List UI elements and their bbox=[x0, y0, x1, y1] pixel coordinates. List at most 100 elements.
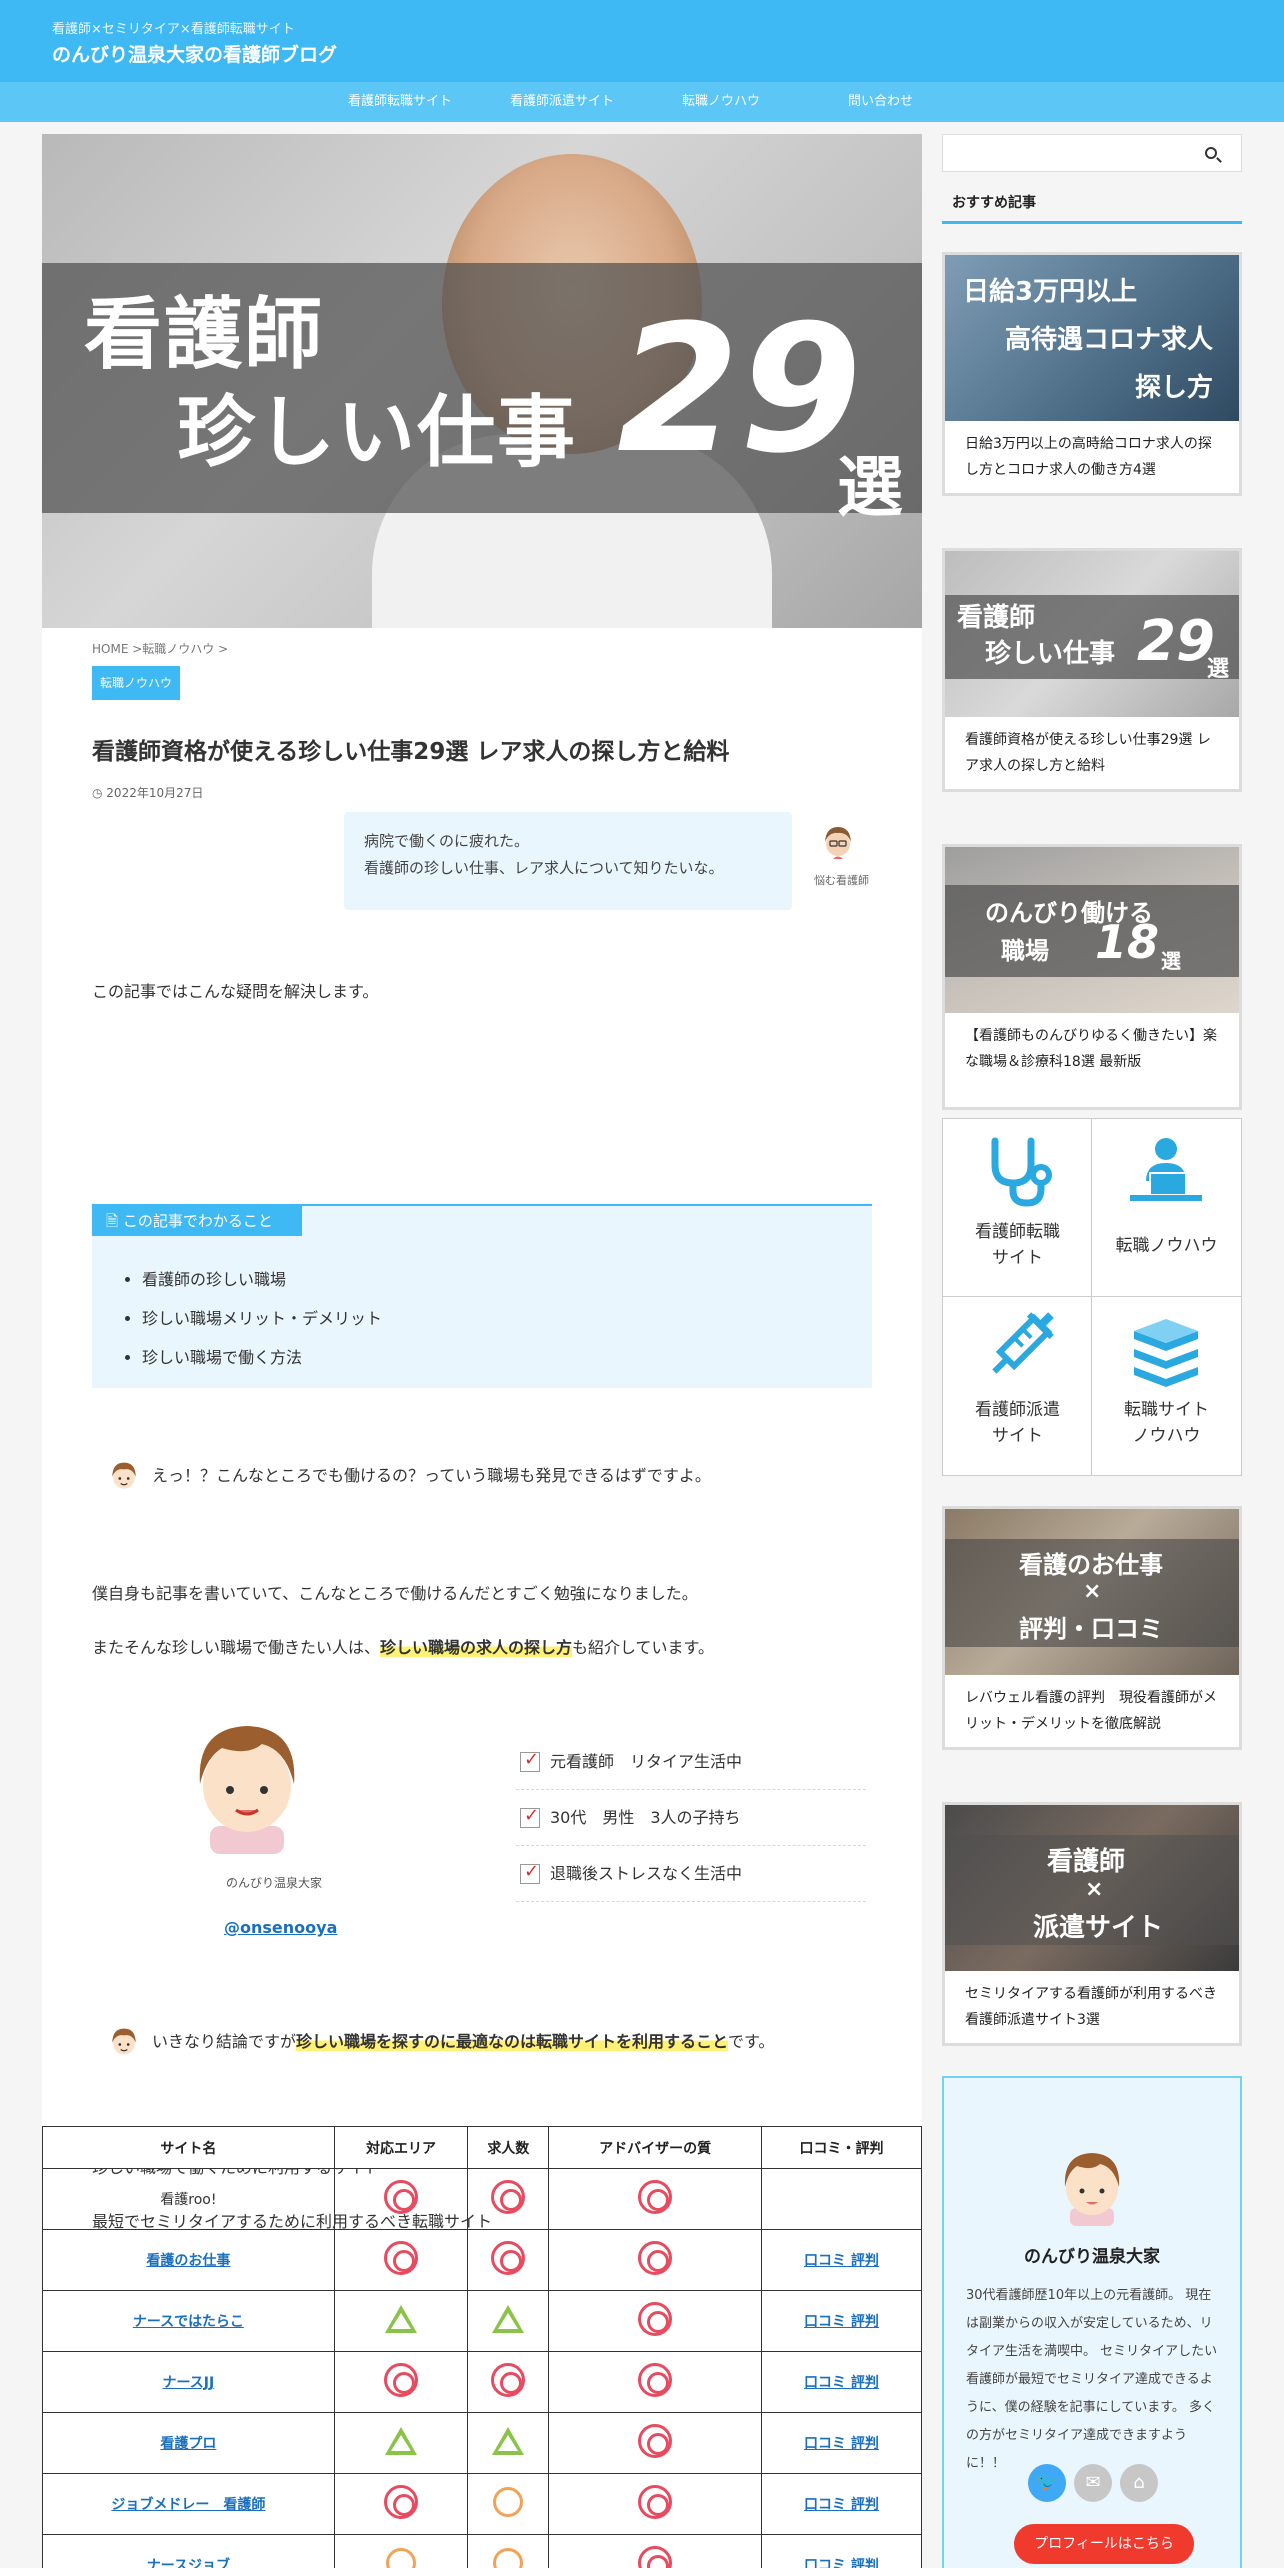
hero-number: 29 bbox=[617, 287, 862, 492]
rating-cell bbox=[467, 2229, 550, 2291]
card-thumbnail: のんびり働ける 職場 18 選 bbox=[945, 847, 1239, 1013]
double-circle-icon bbox=[491, 2363, 526, 2397]
table-row: 看護のお仕事 口コミ 評判 bbox=[42, 2229, 922, 2291]
double-circle-icon bbox=[491, 2180, 526, 2214]
review-link[interactable]: 口コミ 評判 bbox=[804, 2436, 879, 2452]
triangle-icon bbox=[385, 2427, 418, 2455]
mail-icon[interactable]: ✉ bbox=[1074, 2464, 1112, 2502]
check-icon: ✓ bbox=[524, 1805, 540, 1826]
site-link[interactable]: ナースではたらこ bbox=[133, 2314, 244, 2330]
profile-button[interactable]: プロフィールはこちら bbox=[1014, 2524, 1194, 2564]
category-label[interactable]: 転職ノウハウ bbox=[92, 666, 181, 700]
search-icon[interactable] bbox=[1205, 147, 1217, 159]
review-link[interactable]: 口コミ 評判 bbox=[804, 2558, 879, 2568]
fact-row: ✓ 元看護師 リタイア生活中 bbox=[516, 1734, 866, 1790]
clock-icon: ◷ bbox=[92, 786, 107, 800]
category-job-site-knowhow[interactable]: 転職サイト ノウハウ bbox=[1092, 1297, 1241, 1475]
review-link[interactable]: 口コミ 評判 bbox=[804, 2253, 879, 2269]
site-link[interactable]: ナースJJ bbox=[163, 2375, 215, 2391]
double-circle-icon bbox=[638, 2485, 673, 2519]
nav-item-nurse-job-sites[interactable]: 看護師転職サイト bbox=[348, 82, 452, 122]
site-link[interactable]: 看護プロ bbox=[160, 2436, 216, 2452]
table-header: 求人数 bbox=[467, 2126, 550, 2169]
fact-row: ✓ 30代 男性 3人の子持ち bbox=[516, 1790, 866, 1846]
recommended-card[interactable]: のんびり働ける 職場 18 選 【看護師ものんびりゆるく働きたい】楽な職場＆診療… bbox=[942, 844, 1242, 1110]
check-icon: ✓ bbox=[524, 1749, 540, 1770]
author-name: のんびり温泉大家 bbox=[226, 1876, 323, 1890]
recommended-card[interactable]: 日給3万円以上 高待遇コロナ求人 探し方 日給3万円以上の高時給コロナ求人の探し… bbox=[942, 252, 1242, 496]
review-link[interactable]: 口コミ 評判 bbox=[804, 2375, 879, 2391]
rating-cell bbox=[548, 2534, 762, 2568]
review-link[interactable]: 口コミ 評判 bbox=[804, 2314, 879, 2330]
rating-cell bbox=[548, 2473, 762, 2535]
recommended-card[interactable]: 看護師 珍しい仕事 29 選 看護師資格が使える珍しい仕事29選 レア求人の探し… bbox=[942, 548, 1242, 792]
summary-list: 看護師の珍しい職場 珍しい職場メリット・デメリット 珍しい職場で働く方法 bbox=[142, 1260, 382, 1377]
triangle-icon bbox=[385, 2305, 418, 2333]
card-caption: 看護師資格が使える珍しい仕事29選 レア求人の探し方と給料 bbox=[965, 732, 1211, 774]
review-link[interactable]: 口コミ 評判 bbox=[804, 2497, 879, 2513]
recommended-card[interactable]: 看護のお仕事 × 評判・口コミ レバウェル看護の評判 現役看護師がメリット・デメ… bbox=[942, 1506, 1242, 1750]
author-avatar bbox=[104, 2022, 144, 2062]
hero-line2: 珍しい仕事 bbox=[177, 388, 578, 478]
author-twitter-link[interactable]: @onsenooya bbox=[224, 1918, 337, 1937]
rating-cell bbox=[333, 2351, 469, 2413]
twitter-icon[interactable]: 🐦 bbox=[1028, 2464, 1066, 2502]
recommended-card[interactable]: 看護師 × 派遣サイト セミリタイアする看護師が利用するべき看護師派遣サイト3選 bbox=[942, 1802, 1242, 2046]
table-body: 看護roo! 看護のお仕事 口コミ 評判 ナースではたらこ 口コミ 評判 ナースJJ 口コミ… bbox=[42, 2168, 922, 2568]
rating-cell bbox=[467, 2473, 550, 2535]
worried-nurse-avatar bbox=[814, 818, 862, 866]
worried-nurse-name: 悩む看護師 bbox=[814, 874, 869, 887]
circle-icon bbox=[493, 2548, 524, 2568]
breadcrumb[interactable]: HOME >転職ノウハウ > bbox=[92, 640, 228, 657]
rating-cell bbox=[548, 2168, 762, 2230]
rating-cell bbox=[548, 2229, 762, 2291]
profile-bio: 30代看護師歴10年以上の元看護師。 現在は副業からの収入が安定しているため、リ… bbox=[966, 2288, 1218, 2471]
profile-name: のんびり温泉大家 bbox=[1024, 2247, 1160, 2267]
site-title-link[interactable]: のんびり温泉大家の看護師ブログ bbox=[52, 40, 337, 67]
card-caption: 日給3万円以上の高時給コロナ求人の探し方とコロナ求人の働き方4選 bbox=[965, 436, 1212, 478]
article-main: 看護師 珍しい仕事 29 選 HOME >転職ノウハウ > 転職ノウハウ 看護師… bbox=[42, 134, 922, 2568]
triangle-icon bbox=[492, 2305, 525, 2333]
table-header: 口コミ・評判 bbox=[760, 2126, 922, 2169]
table-row: ナースJJ 口コミ 評判 bbox=[42, 2351, 922, 2413]
category-dispatch-sites[interactable]: 看護師派遣 サイト bbox=[943, 1297, 1092, 1475]
double-circle-icon bbox=[638, 2546, 673, 2568]
card-caption: セミリタイアする看護師が利用するべき看護師派遣サイト3選 bbox=[965, 1986, 1217, 2028]
hero-image: 看護師 珍しい仕事 29 選 bbox=[42, 134, 922, 628]
search-input[interactable] bbox=[943, 135, 1193, 171]
category-nurse-job-sites[interactable]: 看護師転職 サイト bbox=[943, 1119, 1092, 1297]
table-row: 看護roo! bbox=[42, 2168, 922, 2230]
rating-cell bbox=[333, 2412, 469, 2474]
rating-cell bbox=[333, 2290, 469, 2352]
comparison-table: サイト名 対応エリア 求人数 アドバイザーの質 口コミ・評判 看護roo! 看護の… bbox=[42, 2126, 922, 2568]
summary-heading: 🗎 この記事でわかること bbox=[92, 1206, 302, 1236]
site-link[interactable]: ナースジョブ bbox=[147, 2558, 230, 2568]
hero-suffix: 選 bbox=[837, 449, 903, 526]
profile-widget: のんびり温泉大家 30代看護師歴10年以上の元看護師。 現在は副業からの収入が安… bbox=[942, 2076, 1242, 2568]
double-circle-icon bbox=[384, 2180, 419, 2214]
category-icon-grid: 看護師転職 サイト 転職ノウハウ 看護師派遣 サイト 転職サイト ノウハウ bbox=[942, 1118, 1242, 1476]
home-icon[interactable]: ⌂ bbox=[1120, 2464, 1158, 2502]
rating-cell bbox=[333, 2534, 469, 2568]
nav-item-dispatch-sites[interactable]: 看護師派遣サイト bbox=[510, 82, 614, 122]
category-job-knowhow[interactable]: 転職ノウハウ bbox=[1092, 1119, 1241, 1297]
card-thumbnail: 看護師 珍しい仕事 29 選 bbox=[945, 551, 1239, 717]
card-thumbnail: 看護のお仕事 × 評判・口コミ bbox=[945, 1509, 1239, 1675]
double-circle-icon bbox=[638, 2180, 673, 2214]
stethoscope-icon bbox=[977, 1131, 1057, 1215]
nav-item-contact[interactable]: 問い合わせ bbox=[848, 82, 913, 122]
rating-cell bbox=[333, 2168, 469, 2230]
table-header: 対応エリア bbox=[333, 2126, 469, 2169]
site-link[interactable]: 看護のお仕事 bbox=[146, 2253, 230, 2269]
laptop-user-icon bbox=[1124, 1133, 1208, 1217]
article-title: 看護師資格が使える珍しい仕事29選 レア求人の探し方と給料 bbox=[92, 739, 730, 765]
double-circle-icon bbox=[638, 2424, 673, 2458]
intro-text: この記事ではこんな疑問を解決します。 bbox=[92, 982, 379, 1001]
summary-item: 珍しい職場メリット・デメリット bbox=[142, 1299, 382, 1338]
nav-item-job-knowhow[interactable]: 転職ノウハウ bbox=[682, 82, 760, 122]
hero-line1: 看護師 bbox=[84, 290, 325, 380]
triangle-icon bbox=[492, 2427, 525, 2455]
site-link[interactable]: ジョブメドレー 看護師 bbox=[111, 2497, 265, 2513]
table-row: 看護プロ 口コミ 評判 bbox=[42, 2412, 922, 2474]
body-paragraph: またそんな珍しい職場で働きたい人は、珍しい職場の求人の探し方も紹介しています。 bbox=[92, 1638, 714, 1657]
